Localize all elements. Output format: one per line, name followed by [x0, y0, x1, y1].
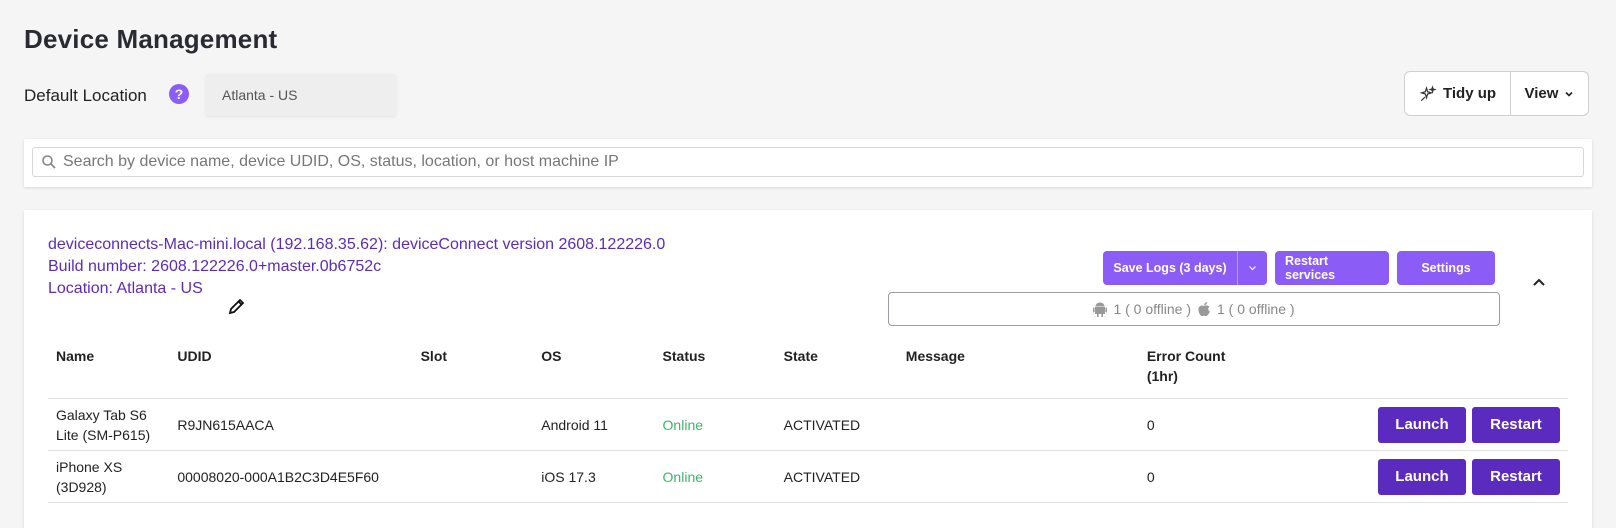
table-header-row: Name UDID Slot OS Status State Message E… [48, 340, 1568, 399]
pencil-icon[interactable] [227, 296, 247, 316]
device-udid: 00008020-000A1B2C3D4E5F60 [169, 450, 413, 503]
host-build-number: Build number: 2608.122226.0+master.0b675… [48, 258, 382, 275]
view-dropdown[interactable]: View [1511, 72, 1588, 115]
device-error-count: 0 [1138, 398, 1258, 451]
device-name: iPhone XS (3D928) [48, 450, 170, 503]
column-header-udid[interactable]: UDID [169, 340, 413, 399]
host-title: deviceconnects-Mac-mini.local (192.168.3… [48, 236, 666, 253]
device-actions: Launch Restart [1257, 450, 1568, 503]
device-state: ACTIVATED [775, 450, 898, 503]
search-box [32, 147, 1584, 177]
device-status: Online [654, 450, 776, 503]
host-info: deviceconnects-Mac-mini.local (192.168.3… [48, 234, 665, 300]
column-header-actions [1257, 340, 1568, 399]
save-logs-split-button: Save Logs (3 days) [1103, 251, 1267, 285]
launch-button[interactable]: Launch [1377, 406, 1466, 443]
column-header-message[interactable]: Message [897, 340, 1139, 399]
restart-services-button[interactable]: Restart services [1275, 251, 1389, 285]
device-slot [412, 450, 534, 503]
apple-icon [1198, 302, 1210, 317]
android-icon [1093, 302, 1108, 317]
search-card [24, 139, 1592, 187]
column-header-name[interactable]: Name [48, 340, 170, 399]
column-header-status[interactable]: Status [654, 340, 776, 399]
host-card: deviceconnects-Mac-mini.local (192.168.3… [24, 210, 1592, 528]
android-count: 1 ( 0 offline ) [1113, 301, 1191, 317]
device-status: Online [654, 398, 776, 451]
chevron-up-icon[interactable] [1531, 275, 1547, 291]
device-error-count: 0 [1138, 450, 1258, 503]
device-message [897, 450, 1139, 503]
device-name: Galaxy Tab S6 Lite (SM-P615) [48, 398, 170, 451]
device-slot [412, 398, 534, 451]
column-header-os[interactable]: OS [533, 340, 655, 399]
default-location-select[interactable]: Atlanta - US [206, 74, 396, 116]
device-os: Android 11 [533, 398, 655, 451]
chevron-down-icon [1565, 91, 1574, 97]
error-count-header-line1: Error Count [1146, 348, 1226, 364]
default-location-label: Default Location [24, 86, 147, 105]
host-location: Location: Atlanta - US [48, 280, 203, 297]
column-header-error-count[interactable]: Error Count (1hr) [1138, 340, 1258, 399]
tidy-up-label: Tidy up [1442, 85, 1497, 102]
device-os: iOS 17.3 [533, 450, 655, 503]
tidy-up-button[interactable]: Tidy up [1405, 72, 1511, 115]
device-actions: Launch Restart [1257, 398, 1568, 451]
device-state: ACTIVATED [775, 398, 898, 451]
save-logs-dropdown[interactable] [1237, 251, 1267, 285]
device-udid: R9JN615AACA [169, 398, 413, 451]
sparkle-icon [1419, 84, 1437, 101]
view-label: View [1524, 85, 1559, 102]
table-row: Galaxy Tab S6 Lite (SM-P615) R9JN615AACA… [48, 398, 1568, 451]
search-icon [42, 155, 56, 169]
table-row: iPhone XS (3D928) 00008020-000A1B2C3D4E5… [48, 450, 1568, 503]
device-message [897, 398, 1139, 451]
save-logs-button[interactable]: Save Logs (3 days) [1103, 251, 1237, 285]
launch-button[interactable]: Launch [1377, 458, 1466, 495]
chevron-down-icon [1249, 266, 1256, 271]
restart-button[interactable]: Restart [1471, 406, 1560, 443]
help-icon[interactable]: ? [169, 84, 189, 104]
device-table: Name UDID Slot OS Status State Message E… [48, 340, 1568, 503]
page-title: Device Management [24, 24, 278, 54]
ios-count: 1 ( 0 offline ) [1217, 301, 1295, 317]
search-input[interactable] [63, 153, 1583, 171]
settings-button[interactable]: Settings [1397, 251, 1495, 285]
toolbar-button-group: Tidy up View [1404, 71, 1589, 116]
host-actions: Save Logs (3 days) Restart services Sett… [1103, 251, 1495, 285]
restart-button[interactable]: Restart [1471, 458, 1560, 495]
device-counts: 1 ( 0 offline ) 1 ( 0 offline ) [888, 292, 1500, 326]
column-header-slot[interactable]: Slot [412, 340, 534, 399]
error-count-header-line2: (1hr) [1146, 368, 1178, 384]
column-header-state[interactable]: State [775, 340, 898, 399]
